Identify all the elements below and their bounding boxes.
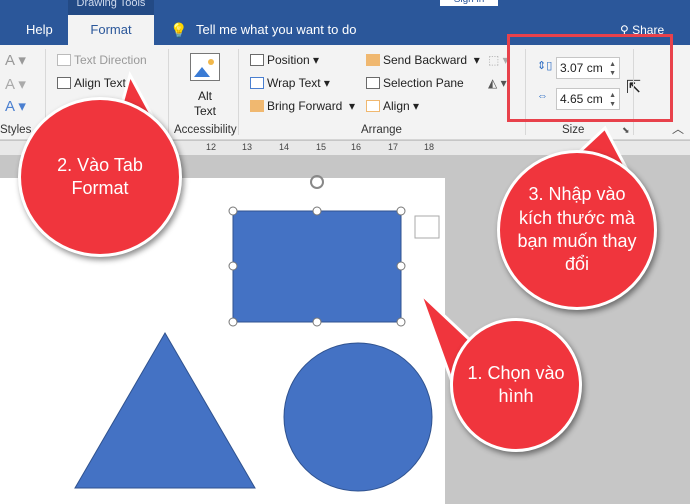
triangle-shape[interactable] bbox=[74, 332, 256, 489]
callout-step-1: 1. Chọn vào hình bbox=[450, 318, 582, 452]
callout-step-3: 3. Nhập vào kích thước mà bạn muốn thay … bbox=[497, 150, 657, 310]
circle-shape[interactable] bbox=[283, 342, 433, 492]
callout-step-1-text: 1. Chọn vào hình bbox=[467, 362, 565, 406]
selected-rectangle-shape[interactable] bbox=[232, 210, 402, 323]
callout-step-2: 2. Vào Tab Format bbox=[18, 97, 182, 257]
callout-step-2-text: 2. Vào Tab Format bbox=[57, 154, 143, 198]
rotation-handle-icon[interactable] bbox=[310, 175, 324, 189]
layout-options-icon[interactable] bbox=[414, 215, 440, 239]
callout-step-3-text: 3. Nhập vào kích thước mà bạn muốn thay … bbox=[517, 184, 637, 275]
